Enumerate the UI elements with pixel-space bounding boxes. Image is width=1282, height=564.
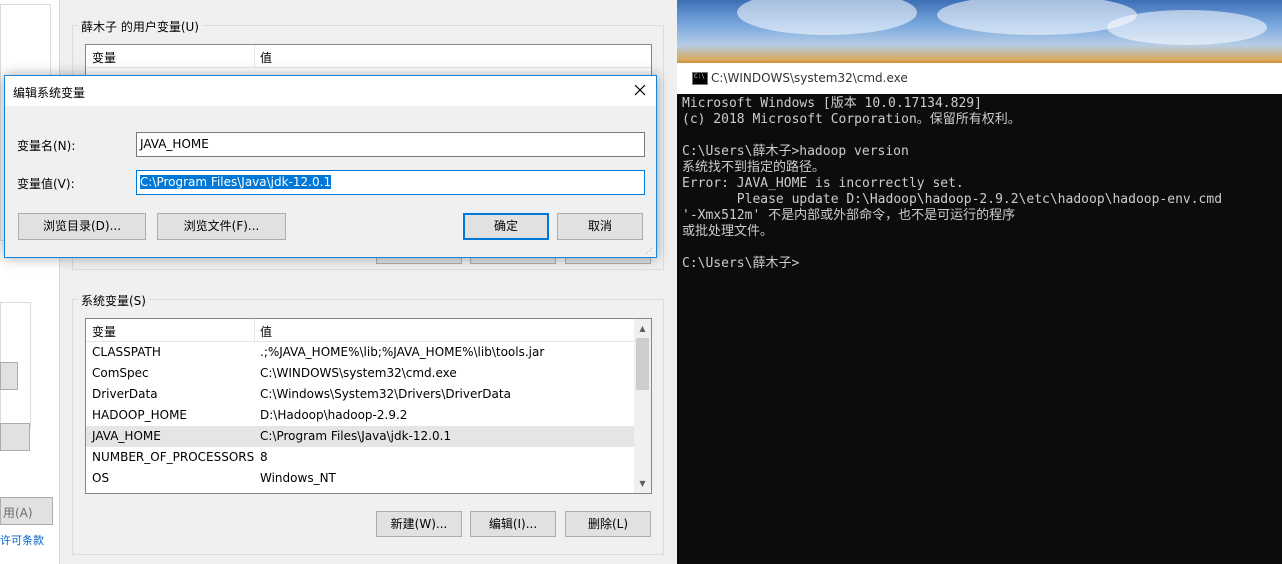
system-vars-list[interactable]: 变量 值 CLASSPATH .;%JAVA_HOME%\lib;%JAVA_HO…: [85, 318, 652, 494]
console-line: '-Xmx512m' 不是内部或外部命令，也不是可运行的程序: [682, 208, 1016, 223]
left-button-2[interactable]: [0, 423, 30, 451]
system-vars-rows: CLASSPATH .;%JAVA_HOME%\lib;%JAVA_HOME%\l…: [86, 342, 651, 489]
console-line: 系统找不到指定的路径。: [682, 160, 826, 175]
var-name-cell: JAVA_HOME: [92, 429, 161, 443]
console-line: Microsoft Windows [版本 10.0.17134.829]: [682, 96, 982, 111]
var-name-cell: DriverData: [92, 387, 158, 401]
table-row[interactable]: JAVA_HOME C:\Program Files\Java\jdk-12.0.…: [86, 426, 651, 447]
var-name-cell: ComSpec: [92, 366, 149, 380]
table-row[interactable]: DriverData C:\Windows\System32\Drivers\Dr…: [86, 384, 651, 405]
resize-grip-icon[interactable]: ⋰: [646, 247, 654, 255]
dialog-close-button[interactable]: [626, 76, 656, 106]
console-line: C:\Users\薛木子>hadoop version: [682, 144, 909, 159]
user-vars-header: 变量 值: [86, 45, 651, 68]
license-link[interactable]: 许可条款: [0, 532, 44, 548]
system-vars-label: 系统变量(S): [78, 292, 149, 309]
console-line: Please update D:\Hadoop\hadoop-2.9.2\etc…: [682, 192, 1223, 207]
var-value-cell: 8: [260, 450, 268, 464]
table-row[interactable]: OS Windows_NT: [86, 468, 651, 489]
cancel-button[interactable]: 取消: [557, 213, 643, 240]
ok-button[interactable]: 确定: [463, 213, 549, 240]
cmd-title: C:\WINDOWS\system32\cmd.exe: [711, 71, 908, 85]
system-edit-button[interactable]: 编辑(I)...: [470, 511, 556, 537]
var-name-cell: OS: [92, 471, 110, 485]
close-icon: [634, 84, 646, 96]
var-name-input[interactable]: JAVA_HOME: [136, 132, 645, 157]
var-name-label: 变量名(N):: [17, 139, 76, 153]
var-value-cell: C:\WINDOWS\system32\cmd.exe: [260, 366, 457, 380]
system-new-button[interactable]: 新建(W)...: [376, 511, 462, 537]
browse-file-button[interactable]: 浏览文件(F)...: [157, 213, 286, 240]
table-row[interactable]: ComSpec C:\WINDOWS\system32\cmd.exe: [86, 363, 651, 384]
system-vars-header: 变量 值: [86, 319, 651, 342]
var-value-input[interactable]: C:\Program Files\Java\jdk-12.0.1: [136, 170, 645, 195]
system-vars-scrollbar[interactable]: ▲ ▼: [634, 319, 651, 493]
left-button-1[interactable]: [0, 362, 18, 390]
scroll-up-icon[interactable]: ▲: [634, 320, 651, 337]
console-line: (c) 2018 Microsoft Corporation。保留所有权利。: [682, 112, 1021, 127]
console-line: Error: JAVA_HOME is incorrectly set.: [682, 176, 964, 191]
cmd-app-icon: C:\: [692, 72, 708, 85]
scroll-down-icon[interactable]: ▼: [634, 475, 651, 492]
dialog-title: 编辑系统变量: [13, 86, 86, 100]
user-col-variable[interactable]: 变量: [92, 49, 116, 66]
cmd-titlebar[interactable]: C:\ C:\WINDOWS\system32\cmd.exe: [677, 63, 1282, 94]
var-value-cell: C:\Windows\System32\Drivers\DriverData: [260, 387, 511, 401]
var-value-cell: .;%JAVA_HOME%\lib;%JAVA_HOME%\lib\tools.…: [260, 345, 545, 359]
table-row[interactable]: NUMBER_OF_PROCESSORS 8: [86, 447, 651, 468]
var-value-cell: Windows_NT: [260, 471, 336, 485]
user-col-value[interactable]: 值: [260, 49, 272, 66]
cmd-window[interactable]: C:\ C:\WINDOWS\system32\cmd.exe Microsof…: [677, 63, 1282, 564]
edit-system-variable-dialog: 编辑系统变量 变量名(N): JAVA_HOME 变量值(V): C:\Prog…: [4, 75, 657, 258]
console-line: C:\Users\薛木子>: [682, 256, 800, 271]
console-line: 或批处理文件。: [682, 224, 774, 239]
user-vars-label: 薛木子 的用户变量(U): [78, 18, 202, 35]
var-value-label: 变量值(V):: [17, 177, 75, 191]
dialog-titlebar[interactable]: 编辑系统变量: [5, 76, 656, 106]
var-name-cell: CLASSPATH: [92, 345, 161, 359]
var-value-cell: C:\Program Files\Java\jdk-12.0.1: [260, 429, 452, 443]
var-name-cell: HADOOP_HOME: [92, 408, 188, 422]
scroll-thumb[interactable]: [636, 338, 649, 390]
cmd-console[interactable]: Microsoft Windows [版本 10.0.17134.829] (c)…: [677, 94, 1282, 564]
var-value-cell: D:\Hadoop\hadoop-2.9.2: [260, 408, 408, 422]
sys-col-variable[interactable]: 变量: [92, 323, 116, 340]
sys-col-value[interactable]: 值: [260, 323, 272, 340]
system-delete-button[interactable]: 删除(L): [565, 511, 651, 537]
var-value-selected-text: C:\Program Files\Java\jdk-12.0.1: [140, 175, 332, 189]
table-row[interactable]: CLASSPATH .;%JAVA_HOME%\lib;%JAVA_HOME%\l…: [86, 342, 651, 363]
apply-button[interactable]: 用(A): [0, 497, 53, 525]
table-row[interactable]: HADOOP_HOME D:\Hadoop\hadoop-2.9.2: [86, 405, 651, 426]
var-name-cell: NUMBER_OF_PROCESSORS: [92, 450, 255, 464]
browse-directory-button[interactable]: 浏览目录(D)...: [18, 213, 146, 240]
